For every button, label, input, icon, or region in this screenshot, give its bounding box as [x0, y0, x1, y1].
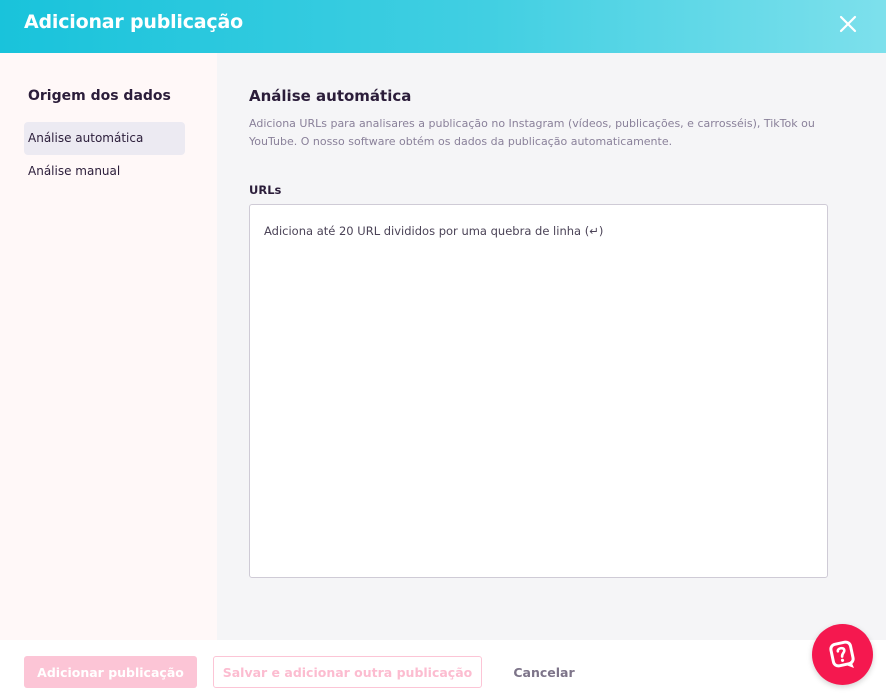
close-icon [839, 15, 857, 33]
urls-input[interactable] [249, 204, 828, 578]
data-source-sidebar: Origem dos dados Análise automática Anál… [0, 53, 217, 640]
sidebar-item-manual-analysis[interactable]: Análise manual [24, 155, 185, 188]
section-description: Adiciona URLs para analisares a publicaç… [249, 117, 815, 148]
save-and-add-another-button[interactable]: Salvar e adicionar outra publicação [213, 656, 482, 688]
urls-label: URLs [249, 183, 282, 197]
sidebar-heading: Origem dos dados [28, 88, 171, 104]
close-button[interactable] [836, 12, 860, 36]
modal-footer: Adicionar publicação Salvar e adicionar … [0, 640, 886, 698]
add-post-button[interactable]: Adicionar publicação [24, 656, 197, 688]
modal-header: Adicionar publicação [0, 0, 886, 53]
section-title: Análise automática [249, 87, 412, 105]
modal-title: Adicionar publicação [24, 11, 243, 33]
main-panel: Análise automática Adiciona URLs para an… [217, 53, 886, 640]
help-chat-button[interactable] [812, 624, 873, 685]
cancel-button[interactable]: Cancelar [498, 656, 590, 688]
sidebar-item-automatic-analysis[interactable]: Análise automática [24, 122, 185, 155]
chat-help-icon [828, 640, 855, 668]
